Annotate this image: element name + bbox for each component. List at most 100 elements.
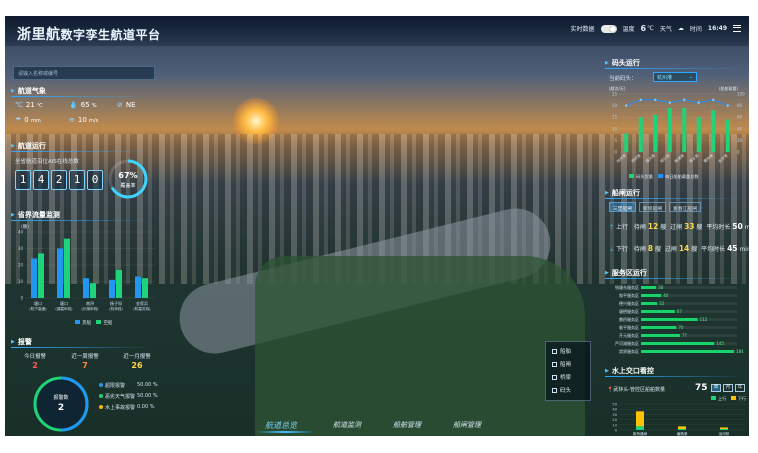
alarm-ring-label: 报警数: [53, 395, 69, 401]
operations-section-line: [11, 151, 151, 152]
coverage-value: 67%: [118, 171, 138, 180]
weather-label: 天气: [659, 26, 672, 33]
water-chip-month[interactable]: 月: [723, 384, 733, 392]
y-tick-label: 10: [612, 126, 618, 131]
x-tick-label: 金家浜: [136, 300, 148, 306]
legend-swatch: [658, 174, 664, 178]
alarm-today-label: 今日报警: [23, 354, 46, 360]
bar: [636, 411, 644, 427]
bar: [641, 350, 734, 353]
y-tick-label-right: 40: [737, 126, 743, 131]
bar: [57, 248, 63, 298]
bar: [720, 428, 728, 430]
x-tick-label: (杭申线): [109, 306, 123, 311]
y-tick-label: 和平服务区: [619, 292, 639, 298]
water-chip-week[interactable]: 周: [711, 384, 721, 392]
weather-wind-direction: ⊘ NE: [117, 101, 136, 109]
bar: [641, 286, 657, 289]
nav-tab-ship-management[interactable]: 船舶管理: [393, 420, 421, 430]
wind-icon: ≋: [69, 116, 75, 124]
nav-tab-overview[interactable]: 航道总览: [265, 420, 297, 431]
checkbox[interactable]: [552, 388, 557, 393]
bar: [725, 119, 730, 152]
lock-tab-sanbao[interactable]: 三堡船闸: [609, 202, 637, 212]
legend-swatch: [75, 320, 80, 324]
boundary-legend: 货船 空船: [75, 320, 112, 326]
search-input[interactable]: 请输入名称或编号: [13, 66, 155, 80]
data-label: 184: [736, 349, 744, 354]
y-tick-label: 德兴服务区: [619, 300, 639, 306]
thermometer-icon: ℃: [15, 101, 23, 109]
layer-toggle-dock[interactable]: 码头: [552, 386, 571, 394]
legend-swatch: [96, 320, 102, 324]
x-tick-label: 丽水港: [688, 153, 700, 164]
layer-toggle-ship[interactable]: 船舶: [552, 347, 571, 355]
arrow-down-icon: ⇣: [609, 246, 615, 253]
nav-tab-monitoring[interactable]: 航道监测: [333, 420, 361, 430]
lock-tab-fuchunjiang[interactable]: 富春江船闸: [669, 202, 701, 212]
time-label: 时间: [689, 26, 702, 33]
x-tick-label: 新桥通闸: [633, 431, 648, 436]
bar: [653, 114, 658, 152]
checkbox[interactable]: [552, 362, 557, 367]
bar: [142, 278, 148, 298]
bar: [641, 302, 658, 305]
nav-tab-lock-management[interactable]: 船闸管理: [453, 420, 481, 430]
bar: [667, 107, 672, 152]
y-tick-label: 严河湖服务区: [615, 340, 639, 346]
line-point: [697, 101, 700, 104]
layer-toggle-bridge[interactable]: 桥梁: [552, 373, 571, 381]
y-tick-label: 钱塘东服务区: [615, 284, 639, 290]
temp-unit: ℃: [647, 25, 654, 32]
water-section-line: [605, 376, 745, 377]
y-tick-label: 20: [612, 103, 618, 108]
app-title: 浙里航数字孪生航道平台: [17, 24, 161, 44]
data-label: 145: [716, 341, 724, 346]
alarm-breakdown-item: 恶劣天气报警: [99, 393, 135, 400]
layer-toggle-lock[interactable]: 船闸: [552, 360, 571, 368]
checkbox[interactable]: [552, 349, 557, 354]
weather-section-line: [11, 96, 151, 97]
dock-select[interactable]: 杭州港 ⌄: [653, 72, 697, 82]
app-title-main: 浙里航: [17, 27, 61, 43]
bar: [38, 253, 44, 298]
boundary-section-title: 省界流量监测: [11, 210, 60, 220]
x-tick-label: (杭嘉苏线): [133, 306, 151, 311]
menu-icon[interactable]: [733, 25, 741, 32]
lock-up-row: ⇡ 上行 待闸 12 艘 过闸 33 艘 平均时长 50 min: [609, 222, 749, 231]
data-label: 77: [682, 333, 688, 338]
x-tick-label: 南浔: [86, 300, 94, 306]
app-title-rest: 数字孪生航道平台: [60, 28, 161, 42]
legend-dot: [99, 383, 103, 387]
data-label: 32: [659, 301, 665, 306]
green-park-area: [255, 256, 585, 436]
water-chip-year[interactable]: 年: [735, 384, 745, 392]
bar: [678, 428, 686, 430]
line-point: [639, 98, 642, 101]
checkbox[interactable]: [552, 375, 557, 380]
alarm-section-title: 报警: [11, 337, 32, 347]
alarm-breakdown-item: 超限报警: [99, 382, 125, 389]
line-point: [712, 98, 715, 101]
alarm-month-count: 26: [131, 361, 143, 370]
y-tick-label: 25: [612, 92, 618, 97]
y-tick-label: 20: [612, 418, 617, 422]
y-tick-label: 0: [615, 429, 618, 433]
dock-section-title: 码头运行: [605, 58, 640, 68]
alarm-month-label: 近一月报警: [123, 354, 151, 360]
bar: [641, 318, 698, 321]
ais-online-label: 全省航道沿位AIS在线总数: [15, 159, 79, 165]
bar: [720, 427, 728, 429]
x-tick-label: 塘栖港: [677, 431, 688, 436]
realtime-toggle[interactable]: [600, 24, 617, 33]
y-tick-label-right: 20: [737, 138, 743, 143]
y-tick-label: 临平服务区: [619, 324, 639, 330]
x-tick-label: (湖嘉申线): [55, 306, 73, 311]
x-tick-label: 杭州港: [615, 153, 627, 164]
water-chart: 5040302010 0 新桥通闸 塘栖港 运河桥: [612, 403, 745, 436]
bar: [636, 426, 644, 430]
lock-tab-xinba[interactable]: 新坝船闸: [639, 202, 667, 212]
dock-legend: 码头货量 每日船舶载重总数: [629, 174, 699, 180]
legend-dot: [99, 405, 103, 409]
data-label: 70: [678, 325, 684, 330]
